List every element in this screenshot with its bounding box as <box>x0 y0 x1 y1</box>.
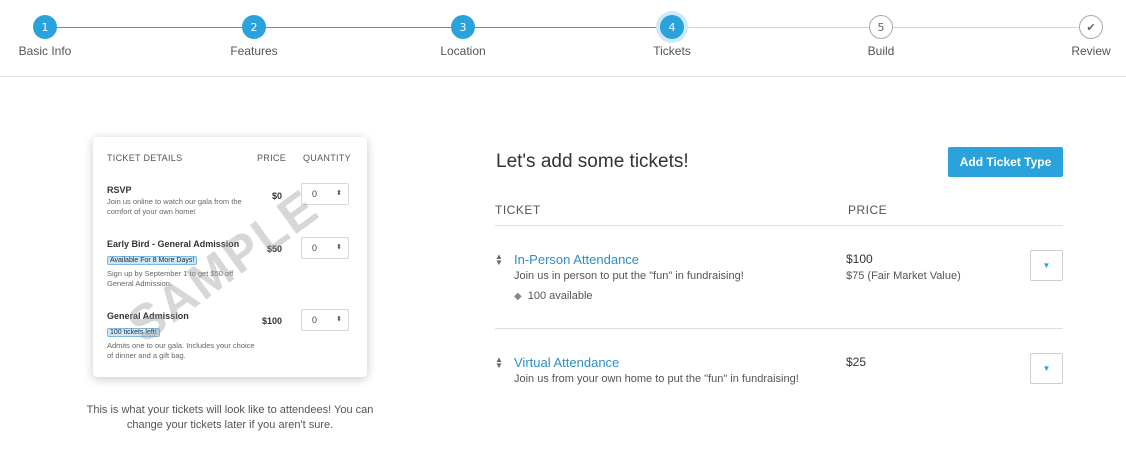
step-number: 3 <box>451 15 475 39</box>
ticket-fair-market-value: $75 (Fair Market Value) <box>846 270 961 282</box>
step-number: 5 <box>869 15 893 39</box>
preview-ticket-desc: Admits one to our gala. Includes your ch… <box>107 341 255 360</box>
preview-qty-select: 0 ⬍ <box>301 183 349 205</box>
ticket-preview-card: TICKET DETAILS PRICE QUANTITY RSVP Join … <box>93 137 367 377</box>
step-label: Build <box>867 44 895 58</box>
drag-handle-icon[interactable]: ▲ ▼ <box>495 253 503 267</box>
preview-ticket-badge: Available For 8 More Days! <box>107 256 198 265</box>
ticket-availability: ◆ 100 available <box>514 290 593 302</box>
preview-ticket-badge: 100 tickets left! <box>107 328 160 337</box>
drag-handle-icon[interactable]: ▲ ▼ <box>495 356 503 370</box>
step-number: 4 <box>660 15 684 39</box>
page-title: Let's add some tickets! <box>496 151 689 172</box>
preview-ticket-price: $50 <box>267 244 283 254</box>
preview-qty-value: 0 <box>312 189 318 199</box>
step-label: Location <box>440 44 486 58</box>
sort-arrows-icon: ⬍ <box>336 244 342 251</box>
preview-qty-value: 0 <box>312 243 318 253</box>
step-location[interactable]: 3 Location <box>413 15 513 58</box>
step-tickets[interactable]: 4 Tickets <box>622 15 722 58</box>
step-basic-info[interactable]: 1 Basic Info <box>0 15 95 58</box>
ticket-description: Join us from your own home to put the "f… <box>514 373 799 385</box>
preview-ticket-price: $100 <box>262 316 283 326</box>
step-features[interactable]: 2 Features <box>204 15 304 58</box>
availability-text: 100 available <box>527 290 593 302</box>
preview-header-price: PRICE <box>257 153 287 163</box>
sort-arrows-icon: ⬍ <box>336 190 342 197</box>
stepper-line-complete <box>45 27 672 28</box>
ticket-row: ▲ ▼ In-Person Attendance Join us in perso… <box>495 250 1063 312</box>
ticket-options-dropdown[interactable]: ▼ <box>1030 250 1063 281</box>
preview-header-details: TICKET DETAILS <box>107 153 183 163</box>
preview-qty-select: 0 ⬍ <box>301 237 349 259</box>
ticket-description: Join us in person to put the "fun" in fu… <box>514 270 744 282</box>
preview-ticket-desc: Sign up by September 1 to get $50 off Ge… <box>107 269 234 288</box>
preview-header-quantity: QUANTITY <box>303 153 351 163</box>
preview-qty-select: 0 ⬍ <box>301 309 349 331</box>
caret-down-icon: ▼ <box>1042 261 1051 270</box>
tag-icon: ◆ <box>514 291 522 302</box>
checkmark-icon: ✔ <box>1079 15 1103 39</box>
add-ticket-type-button[interactable]: Add Ticket Type <box>948 147 1063 177</box>
step-label: Basic Info <box>18 44 72 58</box>
ticket-price: $100 <box>846 252 873 266</box>
step-label: Tickets <box>653 44 691 58</box>
ticket-options-dropdown[interactable]: ▼ <box>1030 353 1063 384</box>
caret-down-icon: ▼ <box>1042 364 1051 373</box>
step-number: 2 <box>242 15 266 39</box>
ticket-row: ▲ ▼ Virtual Attendance Join us from your … <box>495 353 1063 395</box>
row-divider <box>495 328 1063 329</box>
column-header-ticket: TICKET <box>495 203 541 217</box>
step-build[interactable]: 5 Build <box>831 15 931 58</box>
ticket-name-link[interactable]: Virtual Attendance <box>514 355 619 370</box>
preview-caption: This is what your tickets will look like… <box>86 404 374 431</box>
preview-ticket-desc: Join us online to watch our gala from th… <box>107 197 242 216</box>
ticket-price: $25 <box>846 355 867 369</box>
ticket-name-link[interactable]: In-Person Attendance <box>514 252 639 267</box>
step-review[interactable]: ✔ Review <box>1041 15 1126 58</box>
step-number: 1 <box>33 15 57 39</box>
sort-arrows-icon: ⬍ <box>336 316 342 323</box>
step-label: Features <box>230 44 278 58</box>
header-divider <box>495 225 1063 226</box>
column-header-price: PRICE <box>848 203 888 217</box>
preview-ticket-price: $0 <box>272 191 283 201</box>
preview-qty-value: 0 <box>312 315 318 325</box>
step-label: Review <box>1071 44 1111 58</box>
progress-stepper: 1 Basic Info 2 Features 3 Location 4 Tic… <box>0 0 1126 77</box>
